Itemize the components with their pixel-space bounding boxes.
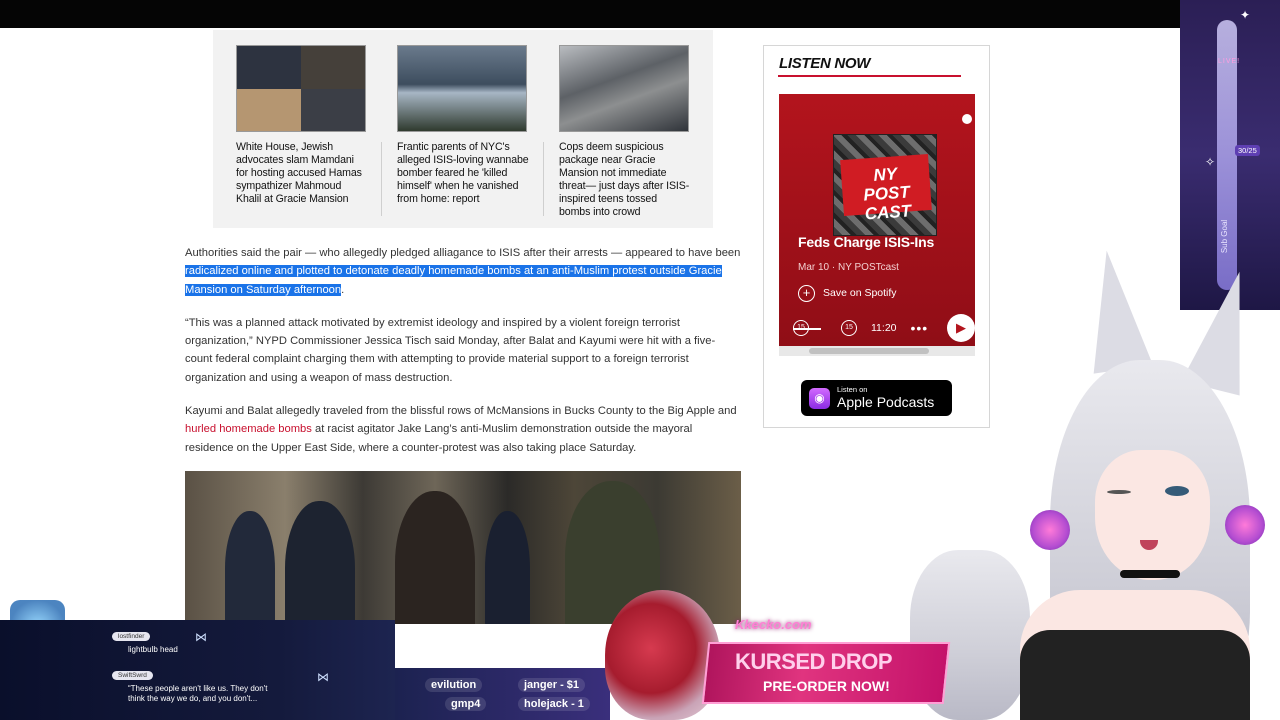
episode-meta: Mar 10 · NY POSTcast: [798, 262, 899, 273]
related-story-card[interactable]: Frantic parents of NYC's alleged ISIS-lo…: [397, 45, 529, 206]
article-link[interactable]: hurled homemade bombs: [185, 423, 312, 435]
flower-icon: [1225, 505, 1265, 545]
avatar-choker: [1120, 570, 1180, 578]
selected-text[interactable]: radicalized online and plotted to detona…: [185, 265, 722, 296]
article-paragraph: Kayumi and Balat allegedly traveled from…: [185, 402, 741, 457]
save-on-spotify-button[interactable]: + Save on Spotify: [798, 284, 897, 302]
avatar-outfit: [1020, 630, 1250, 720]
episode-title[interactable]: Feds Charge ISIS-Ins: [798, 234, 934, 250]
story-headline[interactable]: Cops deem suspicious package near Gracie…: [559, 141, 691, 219]
apple-podcasts-icon: ◉: [809, 388, 830, 409]
story-thumbnail[interactable]: [397, 45, 527, 132]
podcast-cover-art[interactable]: NY POST CAST: [833, 134, 937, 236]
related-story-card[interactable]: Cops deem suspicious package near Gracie…: [559, 45, 691, 219]
avatar-face: [1095, 450, 1210, 580]
player-menu-icon[interactable]: [962, 114, 972, 124]
sub-goal-label: Sub Goal: [1220, 219, 1230, 254]
chat-message: think the way we do, and you don't...: [128, 694, 258, 703]
merch-promo-banner: Kkecko.com KURSED DROP PRE-ORDER NOW! *F…: [701, 605, 951, 720]
ny-postcast-logo: NY POST CAST: [840, 153, 932, 224]
story-headline[interactable]: Frantic parents of NYC's alleged ISIS-lo…: [397, 141, 529, 206]
promo-title: KURSED DROP: [735, 649, 893, 674]
live-label: LIVE!: [1218, 58, 1241, 65]
paragraph-text: Kayumi and Balat allegedly traveled from…: [185, 405, 737, 418]
story-headline[interactable]: White House, Jewish advocates slam Mamda…: [236, 141, 368, 206]
plus-icon: +: [798, 284, 815, 302]
flower-icon: [1030, 510, 1070, 550]
paragraph-text: .: [341, 283, 345, 296]
skip-forward-icon[interactable]: 15: [841, 320, 857, 336]
chat-message: “These people aren't like us. They don't: [128, 684, 268, 693]
apple-small-label: Listen on: [837, 385, 868, 394]
chat-username: SwiftSwrd: [112, 671, 153, 680]
goal-count: 30/25: [1235, 145, 1260, 156]
divider: [543, 142, 544, 216]
browser-top-bar: [0, 0, 1280, 28]
chat-username: lostfinder: [112, 632, 151, 641]
heading-underline: [778, 75, 961, 77]
ticker-row: evilution janger - $1: [395, 678, 610, 696]
article-body: Authorities said the pair — who allegedl…: [185, 244, 741, 472]
ticker-row: gmp4 holejack - 1: [395, 697, 610, 715]
promo-note: *FOR A LIMITED TIME ONLY: [730, 706, 811, 712]
bow-icon: ⋈: [317, 670, 329, 684]
promo-cta: PRE-ORDER NOW!: [763, 678, 890, 694]
star-icon: ✦: [1240, 8, 1251, 22]
vtuber-avatar: [900, 246, 1280, 720]
shop-name: Kkecko.com: [735, 617, 812, 632]
article-paragraph: Authorities said the pair — who allegedl…: [185, 244, 741, 299]
star-icon: ✧: [1205, 155, 1216, 169]
left-ear: [1076, 246, 1154, 374]
stream-chat: lostfinder lightbulb head ⋈ SwiftSwrd “T…: [0, 620, 395, 720]
story-thumbnail[interactable]: [559, 45, 689, 132]
save-label: Save on Spotify: [823, 287, 897, 299]
supporter-ticker: evilution janger - $1 gmp4 holejack - 1: [395, 668, 610, 720]
bow-icon: ⋈: [195, 630, 207, 644]
ticker-name: holejack - 1: [518, 697, 590, 711]
chat-message: lightbulb head: [128, 645, 178, 654]
progress-bar[interactable]: [793, 328, 821, 330]
ticker-name: janger - $1: [518, 678, 586, 692]
episode-duration: 11:20: [871, 322, 897, 334]
ticker-name: evilution: [425, 678, 483, 692]
related-stories: White House, Jewish advocates slam Mamda…: [213, 30, 713, 228]
related-story-card[interactable]: White House, Jewish advocates slam Mamda…: [236, 45, 368, 206]
story-thumbnail[interactable]: [236, 45, 366, 132]
divider: [381, 142, 382, 216]
article-paragraph: “This was a planned attack motivated by …: [185, 316, 716, 384]
listen-now-heading: LISTEN NOW: [779, 55, 871, 72]
paragraph-text: Authorities said the pair — who allegedl…: [185, 247, 741, 259]
ticker-name: gmp4: [445, 697, 487, 711]
